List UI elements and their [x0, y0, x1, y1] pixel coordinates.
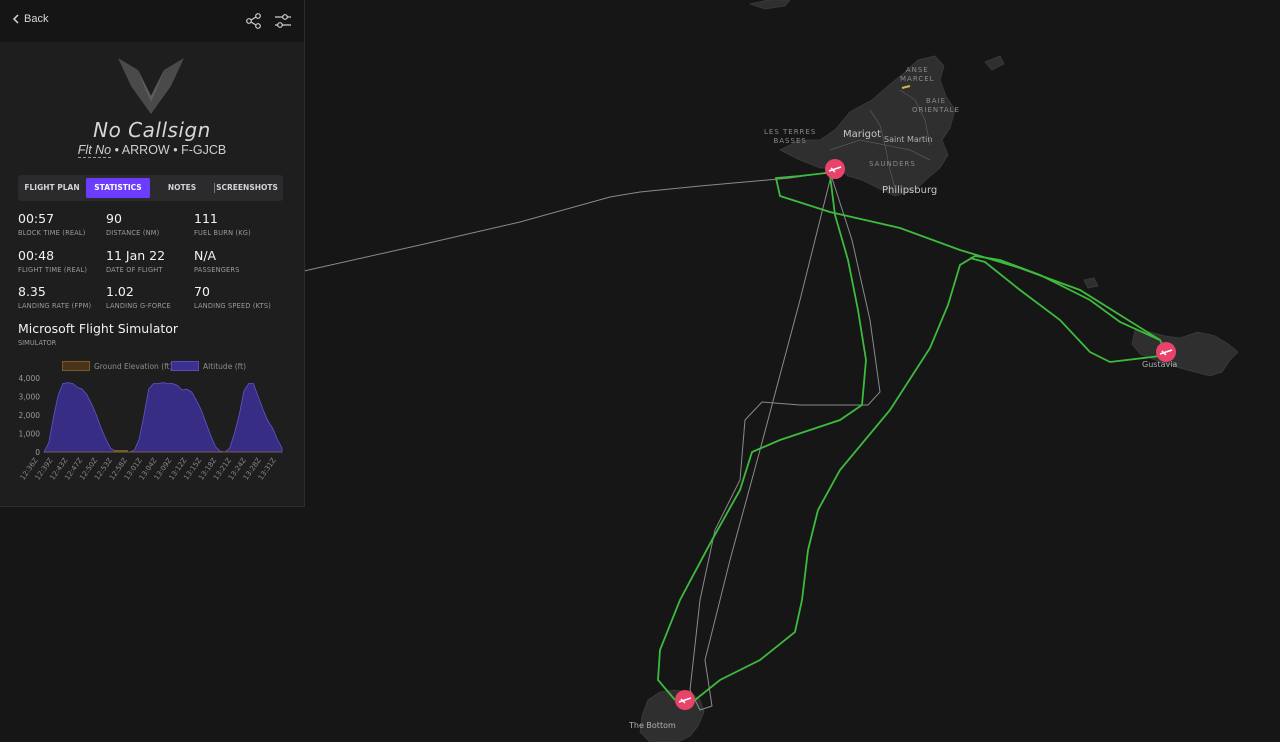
stat-value: 70 — [194, 284, 210, 299]
altitude-series — [43, 382, 283, 453]
stat-label: FLIGHT TIME (REAL) — [18, 266, 88, 274]
y-tick-label: 2,000 — [19, 411, 41, 420]
stat-value: 1.02 — [106, 284, 134, 299]
y-tick-label: 0 — [35, 448, 40, 457]
stat-label: LANDING G-FORCE — [106, 302, 171, 310]
airport-marker-sint-maarten[interactable] — [825, 159, 845, 179]
flight-subline: Flt No • ARROW • F-GJCB — [0, 143, 304, 158]
stat-label: DISTANCE (NM) — [106, 229, 160, 237]
stat-value: 111 — [194, 211, 218, 226]
airline-logo-icon — [118, 58, 184, 114]
y-tick-label: 4,000 — [19, 374, 41, 383]
flight-number[interactable]: Flt No — [77, 143, 112, 158]
tab-screenshots[interactable]: SCREENSHOTS — [215, 178, 279, 198]
ground-elevation-mark — [114, 450, 128, 452]
stat-fuel-burn: 111 FUEL BURN (KG) — [194, 211, 251, 237]
tab-flight-plan[interactable]: FLIGHT PLAN — [18, 178, 86, 198]
map-label-baie-orientale: BAIE ORIENTALE — [912, 97, 960, 114]
separator: • — [114, 143, 119, 157]
stat-label: PASSENGERS — [194, 266, 240, 274]
map-label-les-terres-basses: LES TERRES BASSES — [764, 128, 817, 145]
callsign: No Callsign — [93, 118, 211, 142]
map-label-marigot: Marigot — [843, 129, 882, 140]
map-label-saint-martin: Saint Martin — [884, 135, 933, 144]
map-label-philipsburg: Philipsburg — [882, 185, 938, 196]
stat-passengers: N/A PASSENGERS — [194, 248, 240, 274]
share-icon[interactable] — [245, 12, 263, 30]
tab-bar: FLIGHT PLAN STATISTICS NOTES SCREENSHOTS — [18, 175, 283, 201]
stat-flight-time: 00:48 FLIGHT TIME (REAL) — [18, 248, 87, 274]
stat-landing-g-force: 1.02 LANDING G-FORCE — [106, 284, 171, 310]
tab-statistics[interactable]: STATISTICS — [86, 178, 150, 198]
separator: • — [173, 143, 178, 157]
tab-notes[interactable]: NOTES — [150, 178, 214, 198]
flight-details-panel: Back No Callsign Flt No • ARROW • F-GJCB… — [0, 0, 305, 507]
stat-label: BLOCK TIME (REAL) — [18, 229, 86, 237]
aircraft-type: ARROW — [121, 143, 170, 157]
stat-distance: 90 DISTANCE (NM) — [106, 211, 159, 237]
back-label: Back — [24, 13, 49, 25]
stat-label: DATE OF FLIGHT — [106, 266, 163, 274]
flight-track-grey — [303, 171, 881, 711]
map-label-the-bottom: The Bottom — [629, 721, 676, 730]
stat-value: 90 — [106, 211, 122, 226]
chevron-left-icon — [12, 14, 19, 24]
map-label-gustavia: Gustavia — [1142, 360, 1178, 369]
back-button[interactable]: Back — [12, 13, 48, 25]
simulator-label: SIMULATOR — [18, 339, 57, 347]
aircraft-registration: F-GJCB — [181, 143, 227, 157]
stat-label: FUEL BURN (KG) — [194, 229, 251, 237]
panel-topbar: Back — [0, 0, 304, 42]
flight-route-green — [657, 171, 1166, 701]
stat-value: N/A — [194, 248, 217, 263]
y-tick-label: 3,000 — [19, 393, 41, 402]
altitude-chart: 4,0003,0002,0001,000012:36Z12:39Z12:43Z1… — [19, 374, 283, 482]
stat-landing-rate: 8.35 LANDING RATE (FPM) — [18, 284, 91, 310]
stat-value: 00:48 — [18, 248, 55, 263]
sliders-icon[interactable] — [274, 12, 292, 30]
stat-landing-speed: 70 LANDING SPEED (KTS) — [194, 284, 271, 310]
map-label-saunders: SAUNDERS — [869, 160, 916, 168]
stat-label: LANDING RATE (FPM) — [18, 302, 92, 310]
y-tick-label: 1,000 — [19, 430, 41, 439]
stat-block-time: 00:57 BLOCK TIME (REAL) — [18, 211, 86, 237]
stat-label: LANDING SPEED (KTS) — [194, 302, 272, 310]
stat-value: 00:57 — [18, 211, 55, 226]
stat-value: 8.35 — [18, 284, 46, 299]
map-label-anse-marcel: ANSE MARCEL — [900, 66, 935, 83]
simulator-name: Microsoft Flight Simulator — [18, 321, 179, 336]
airport-marker-saint-barthelemy[interactable] — [1156, 342, 1176, 362]
airport-marker-saba[interactable] — [675, 690, 695, 710]
stat-date-of-flight: 11 Jan 22 DATE OF FLIGHT — [106, 248, 165, 274]
stat-value: 11 Jan 22 — [106, 248, 166, 263]
